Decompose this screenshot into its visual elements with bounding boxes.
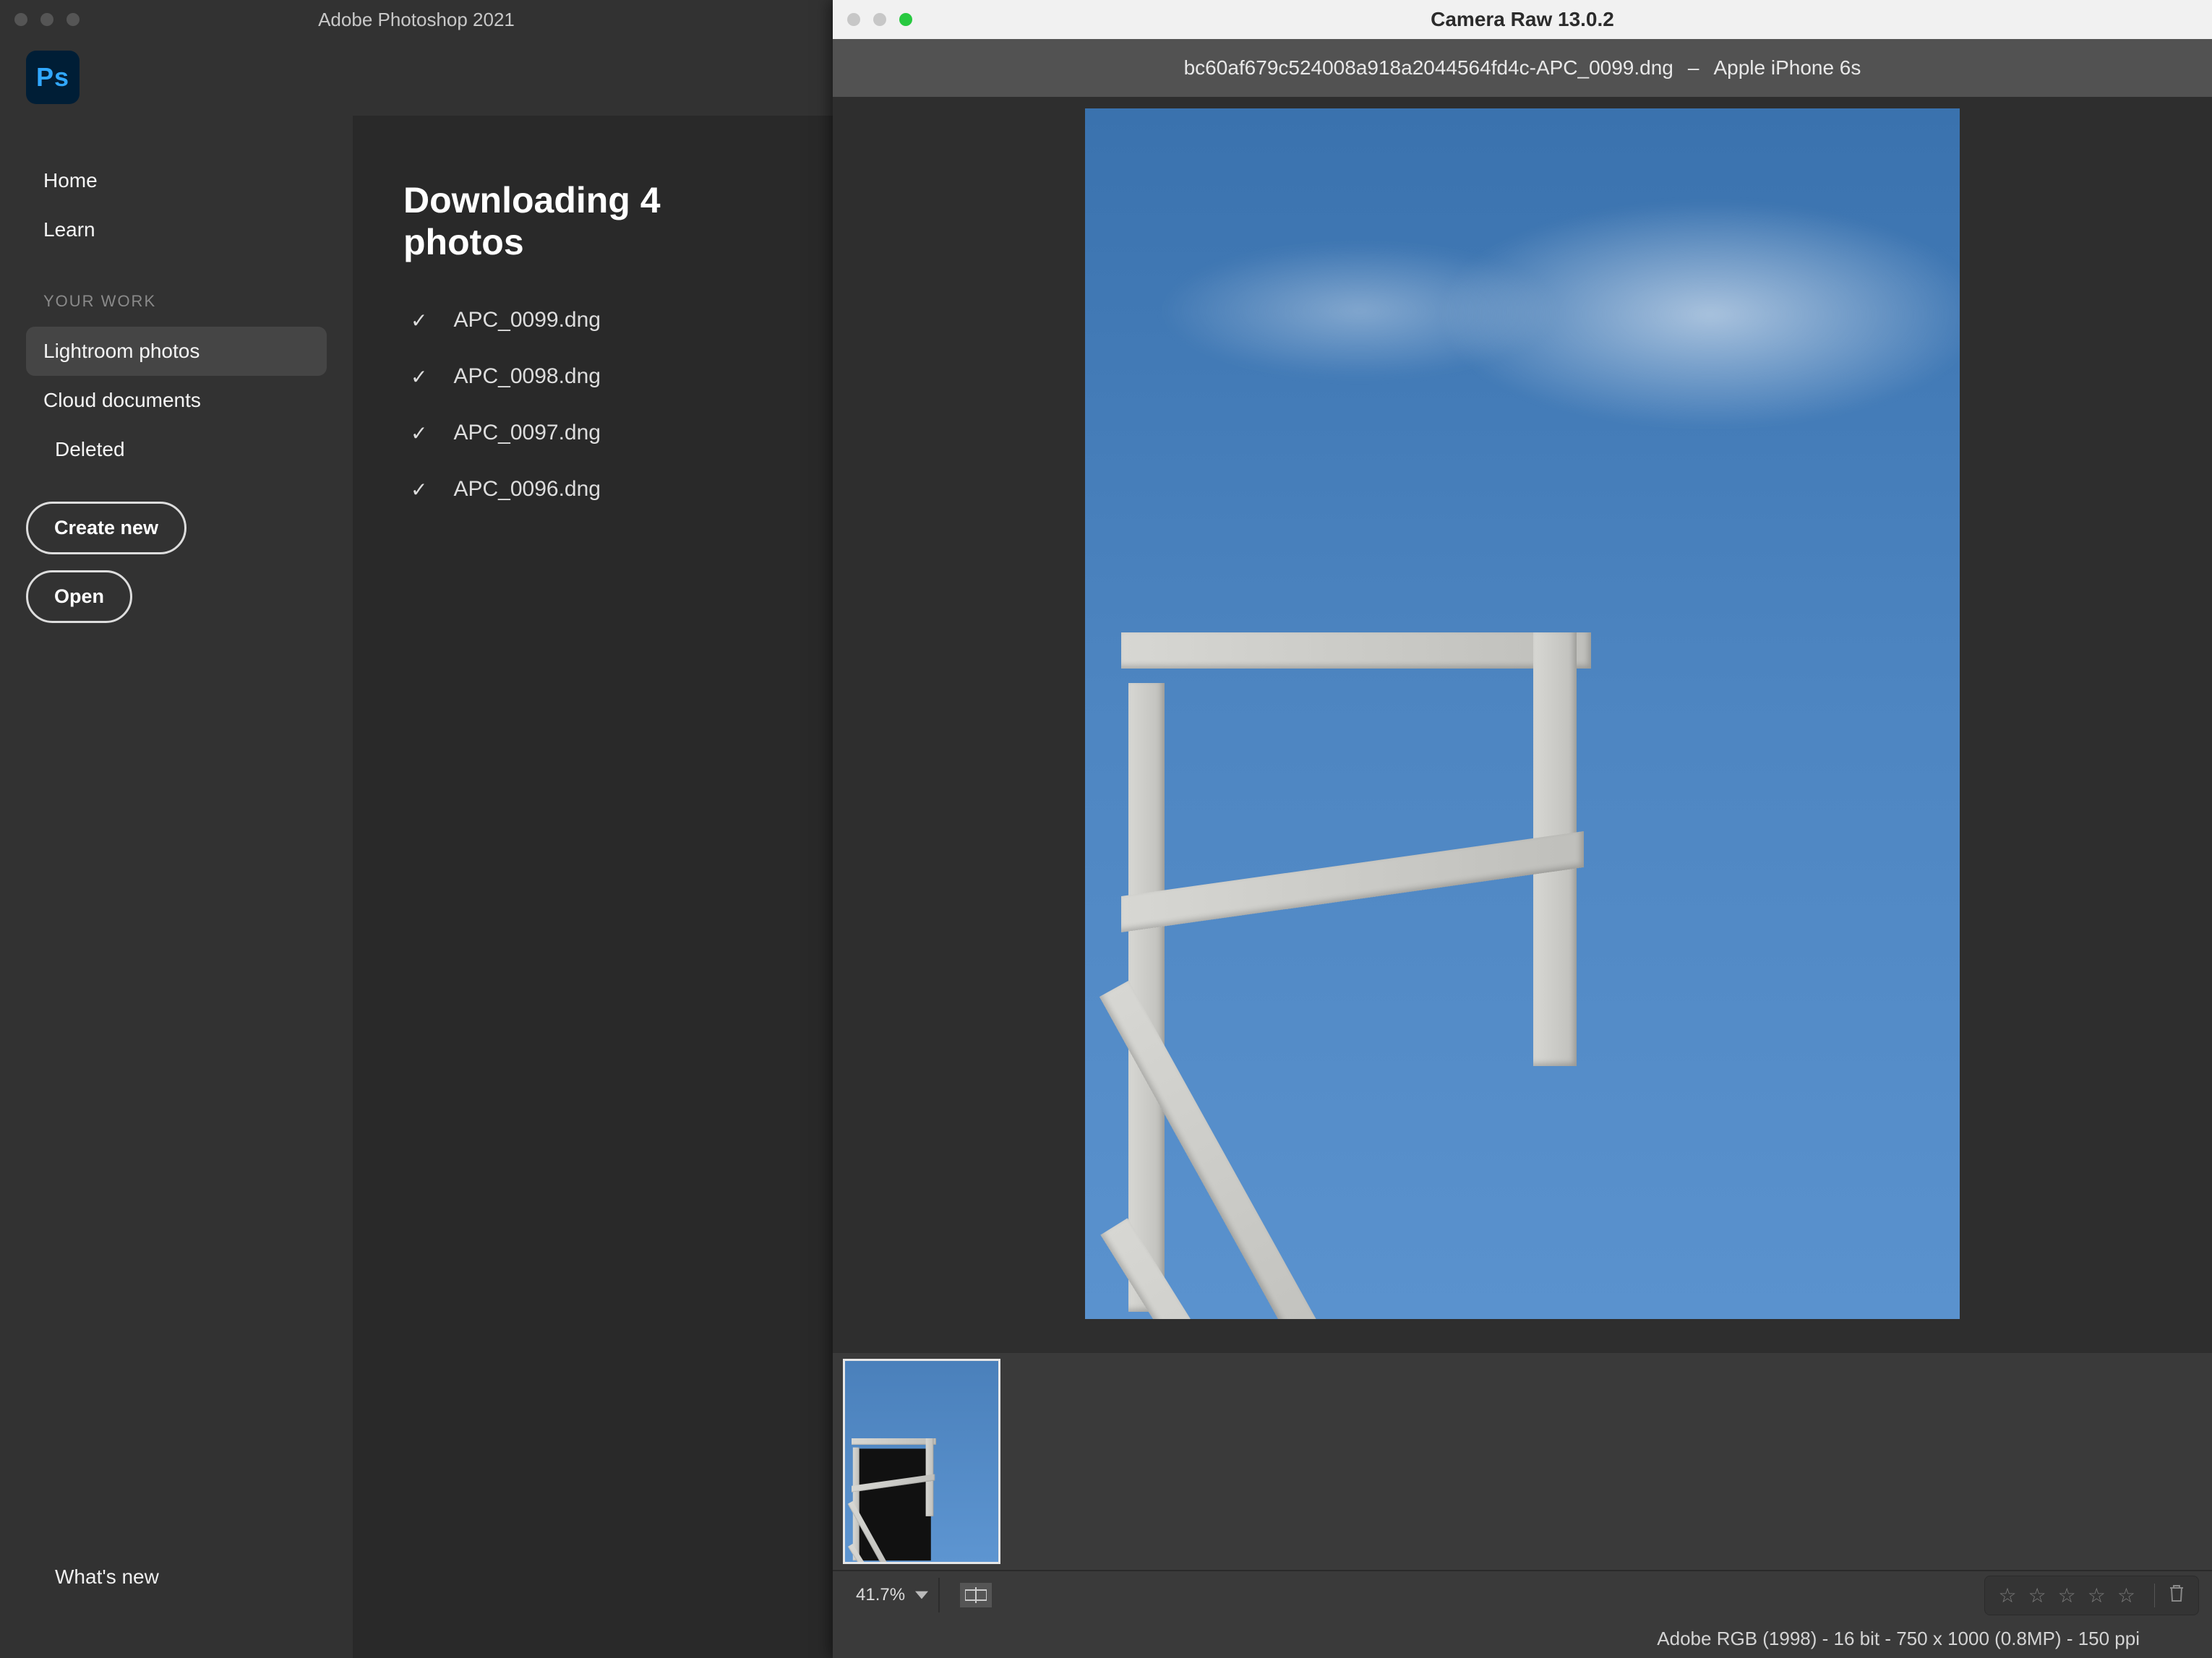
camera-raw-title: Camera Raw 13.0.2 — [833, 8, 2212, 31]
sidebar-section-your-work: YOUR WORK — [0, 254, 353, 327]
compare-view-icon[interactable] — [960, 1583, 992, 1607]
photoshop-window: Adobe Photoshop 2021 Ps Home Learn YOUR … — [0, 0, 833, 1658]
image-metadata: Adobe RGB (1998) - 16 bit - 750 x 1000 (… — [1657, 1628, 2140, 1650]
preview-image — [1085, 108, 1960, 1319]
photoshop-logo-icon: Ps — [26, 51, 80, 104]
list-item: ✓ APC_0098.dng — [411, 364, 782, 389]
filmstrip-thumbnail[interactable] — [843, 1359, 1000, 1564]
list-item: ✓ APC_0096.dng — [411, 477, 782, 502]
file-info-bar: bc60af679c524008a918a2044564fd4c-APC_009… — [833, 39, 2212, 97]
home-sidebar: Home Learn YOUR WORK Lightroom photos Cl… — [0, 116, 353, 1658]
zoom-value: 41.7% — [856, 1585, 905, 1605]
photoshop-title: Adobe Photoshop 2021 — [0, 9, 833, 31]
check-icon: ✓ — [411, 309, 427, 332]
rating-panel: ☆ ☆ ☆ ☆ ☆ — [1984, 1576, 2199, 1615]
list-item: ✓ APC_0097.dng — [411, 421, 782, 445]
photoshop-titlebar: Adobe Photoshop 2021 — [0, 0, 833, 39]
file-name: APC_0099.dng — [453, 308, 601, 332]
sidebar-item-home[interactable]: Home — [0, 156, 353, 205]
open-button[interactable]: Open — [26, 570, 132, 623]
star-icon[interactable]: ☆ — [2028, 1584, 2046, 1607]
photoshop-main: Downloading 4 photos ✓ APC_0099.dng ✓ AP… — [353, 116, 833, 1658]
sidebar-item-deleted[interactable]: Deleted — [0, 425, 353, 474]
star-icon[interactable]: ☆ — [1998, 1584, 2016, 1607]
metadata-bar[interactable]: Adobe RGB (1998) - 16 bit - 750 x 1000 (… — [833, 1619, 2212, 1658]
zoom-selector[interactable]: 41.7% — [846, 1578, 940, 1612]
check-icon: ✓ — [411, 478, 427, 502]
download-list: ✓ APC_0099.dng ✓ APC_0098.dng ✓ APC_0097… — [403, 308, 782, 502]
camera-raw-titlebar: Camera Raw 13.0.2 — [833, 0, 2212, 39]
list-item: ✓ APC_0099.dng — [411, 308, 782, 332]
camera-raw-window: Camera Raw 13.0.2 bc60af679c524008a918a2… — [833, 0, 2212, 1658]
sidebar-item-whats-new[interactable]: What's new — [0, 1537, 353, 1618]
file-name: APC_0098.dng — [453, 364, 601, 389]
file-name: APC_0096.dng — [453, 477, 601, 502]
trash-icon[interactable] — [2154, 1584, 2185, 1607]
sidebar-item-learn[interactable]: Learn — [0, 205, 353, 254]
photoshop-toolbar: Ps — [0, 39, 833, 116]
current-filename: bc60af679c524008a918a2044564fd4c-APC_009… — [1184, 56, 1673, 80]
sidebar-item-cloud-documents[interactable]: Cloud documents — [0, 376, 353, 425]
camera-model: Apple iPhone 6s — [1713, 56, 1861, 80]
check-icon: ✓ — [411, 421, 427, 445]
check-icon: ✓ — [411, 365, 427, 389]
star-icon[interactable]: ☆ — [2058, 1584, 2076, 1607]
filmstrip — [833, 1353, 2212, 1570]
preview-area[interactable] — [833, 97, 2212, 1353]
sidebar-item-lightroom-photos[interactable]: Lightroom photos — [26, 327, 327, 376]
bottom-toolbar: 41.7% ☆ ☆ ☆ ☆ ☆ — [833, 1570, 2212, 1619]
create-new-button[interactable]: Create new — [26, 502, 187, 554]
star-icon[interactable]: ☆ — [2117, 1584, 2135, 1607]
separator: – — [1688, 56, 1699, 80]
file-name: APC_0097.dng — [453, 421, 601, 445]
chevron-down-icon — [915, 1589, 928, 1602]
downloading-heading: Downloading 4 photos — [403, 179, 782, 263]
star-icon[interactable]: ☆ — [2088, 1584, 2106, 1607]
